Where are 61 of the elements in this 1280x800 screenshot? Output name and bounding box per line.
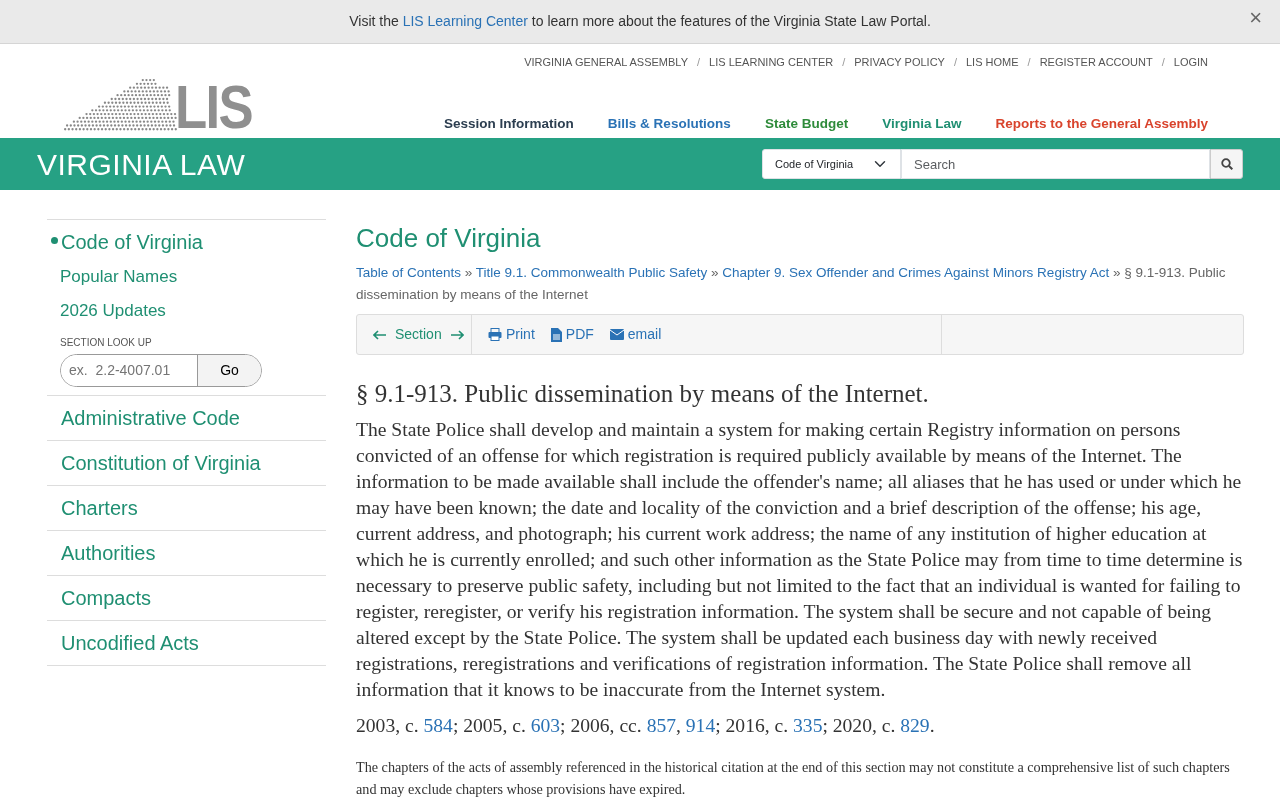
- left-arrow-icon: [373, 329, 387, 340]
- top-nav-link[interactable]: LIS LEARNING CENTER: [709, 56, 834, 68]
- chapter-link[interactable]: 603: [530, 715, 561, 736]
- scope-dropdown[interactable]: Code of Virginia: [762, 149, 901, 179]
- alert-message: Visit the LIS Learning Center to learn more about the features of the Virginia State Law Portal.: [349, 12, 931, 31]
- top-nav-link[interactable]: PRIVACY POLICY: [854, 56, 945, 68]
- learning-center-link[interactable]: LIS Learning Center: [402, 13, 528, 29]
- main-nav-link[interactable]: State Budget: [764, 113, 849, 134]
- printer-icon: [488, 328, 502, 341]
- document-icon: [550, 327, 562, 342]
- pdf-link[interactable]: PDF: [550, 324, 594, 345]
- virginia-map-icon: [64, 78, 177, 132]
- breadcrumb-trail: Table of Contents » Title 9.1. Commonwealth Public Safety » Chapter 9. Sex Offender and Crimes Against Minors Registry Act » § 9.1-913. Public dissemination by means of the Internet: [356, 264, 1227, 304]
- breadcrumb-link[interactable]: Chapter 9. Sex Offender and Crimes Against Minors Registry Act: [722, 265, 1110, 280]
- section-heading: § 9.1-913. Public dissemination by means of the Internet.: [356, 379, 930, 409]
- sidebar-subitem[interactable]: 2026 Updates: [60, 293, 312, 327]
- go-button[interactable]: Go: [197, 355, 261, 386]
- chapter-link[interactable]: 914: [685, 715, 716, 736]
- search-icon: [1220, 158, 1233, 170]
- top-nav-link[interactable]: LOGIN: [1173, 56, 1208, 68]
- breadcrumb-link[interactable]: Title 9.1. Commonwealth Public Safety: [475, 265, 708, 280]
- chapter-link[interactable]: 829: [900, 715, 930, 736]
- close-button[interactable]: ×: [1243, 6, 1268, 30]
- search-field[interactable]: Search: [901, 149, 1210, 179]
- sidebar-item[interactable]: Authorities: [47, 530, 326, 575]
- section-nav-link[interactable]: Section: [373, 324, 464, 345]
- sidebar-item[interactable]: Charters: [47, 485, 326, 530]
- separator-text: /: [842, 56, 846, 68]
- right-arrow-icon: [449, 329, 464, 340]
- separator-text: /: [953, 56, 957, 68]
- chapter-link[interactable]: 335: [793, 715, 823, 736]
- main-nav-link[interactable]: Virginia Law: [882, 113, 962, 134]
- main-nav-link[interactable]: Bills & Resolutions: [607, 113, 731, 134]
- section-lookup-field[interactable]: ex. 2.2-4007.01 Go: [60, 354, 262, 387]
- lookup-label: SECTION LOOK UP: [60, 336, 153, 350]
- chapter-link[interactable]: 857: [646, 715, 676, 736]
- section-title: VIRGINIA LAW: [37, 146, 246, 183]
- sidebar-item[interactable]: Administrative Code: [47, 395, 326, 440]
- history-citation: 2003, c. 584; 2005, c. 603; 2006, cc. 857, 914; 2016, c. 335; 2020, c. 829.: [356, 714, 936, 738]
- sidebar-item[interactable]: Code of Virginia: [47, 219, 326, 264]
- main-nav-link[interactable]: Reports to the General Assembly: [995, 113, 1208, 134]
- envelope-icon: [609, 329, 624, 340]
- separator-text: /: [1161, 56, 1165, 68]
- main-nav-link[interactable]: Session Information: [444, 113, 574, 134]
- breadcrumb-link[interactable]: Table of Contents: [356, 265, 462, 280]
- print-link[interactable]: Print: [488, 324, 535, 345]
- statute-text: The State Police shall develop and maintain a system for making certain Registry information on persons convicted of an offense for which registration is required publicly available by means of the Internet. The information to be made available shall include the offender's name; all aliases that he has used or under which he may have been known; the date and locality of the conviction and a brief description of the offense; his age, current address, and photograph; his current work address; the name of any institution of higher education at which he is currently enrolled; and such other information as the State Police may from time to time determine is necessary to preserve public safety, including but not limited to the fact that an individual is wanted for failing to register, reregister, or verify his registration information. The system shall be secure and not capable of being altered except by the State Police. The system shall be updated each business day with newly received registrations, reregistrations and verifications of registration information. The State Police shall remove all information that it knows to be inaccurate from the Internet system.: [356, 418, 1244, 702]
- separator-text: /: [1027, 56, 1031, 68]
- email-link[interactable]: email: [609, 324, 662, 345]
- chapter-link[interactable]: 584: [423, 715, 453, 736]
- sidebar-item[interactable]: Constitution of Virginia: [47, 440, 326, 485]
- top-nav-link[interactable]: REGISTER ACCOUNT: [1039, 56, 1153, 68]
- sidebar-item[interactable]: Compacts: [47, 575, 326, 620]
- search-button[interactable]: [1210, 149, 1243, 179]
- citation-note: The chapters of the acts of assembly referenced in the historical citation at the end of this section may not constitute a comprehensive list of such chapters and may exclude chapters whose provisions have expired.: [356, 758, 1231, 800]
- page-title: Code of Virginia: [356, 222, 542, 255]
- top-nav-link[interactable]: LIS HOME: [966, 56, 1019, 68]
- sidebar-item[interactable]: Uncodified Acts: [47, 620, 326, 665]
- separator-text: /: [697, 56, 701, 68]
- top-nav-link[interactable]: VIRGINIA GENERAL ASSEMBLY: [524, 56, 688, 68]
- logo-text: LIS: [174, 82, 252, 132]
